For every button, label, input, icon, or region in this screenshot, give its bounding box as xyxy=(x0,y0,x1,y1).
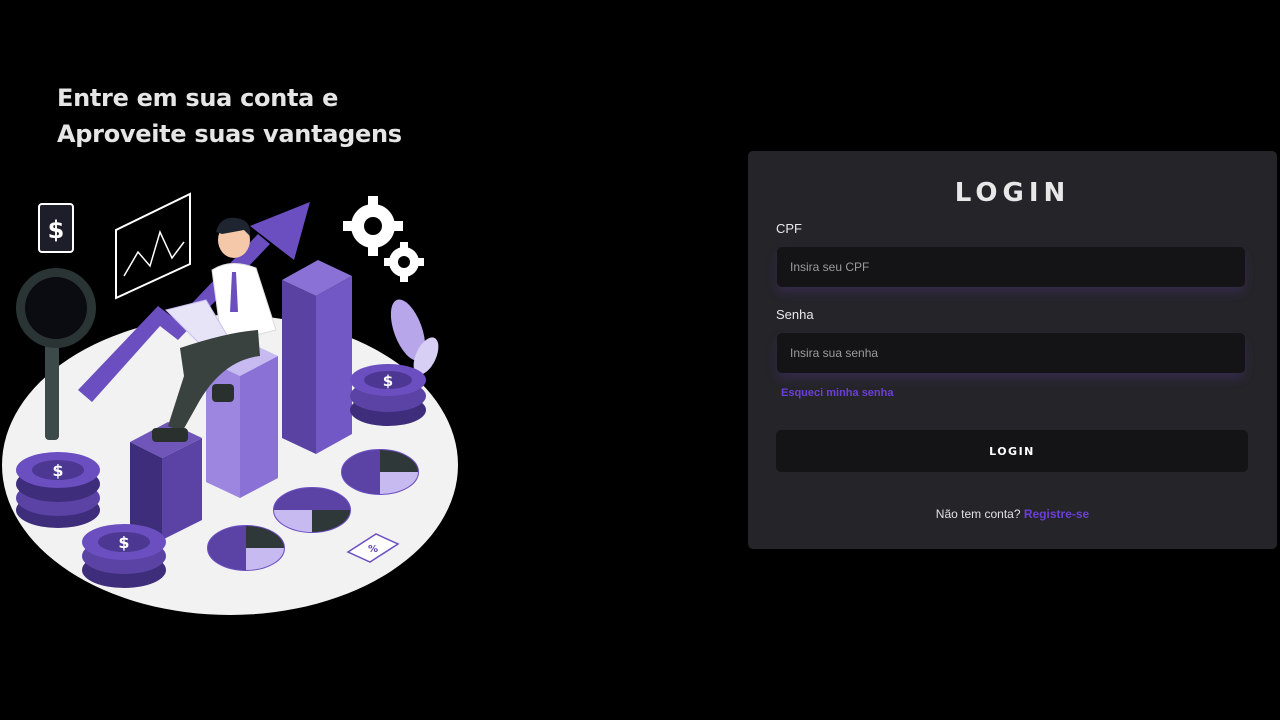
dollar-tag-icon: $ xyxy=(38,203,74,253)
pie-chart-icon xyxy=(273,487,351,533)
cpf-label: CPF xyxy=(776,221,802,236)
cpf-input[interactable]: Insira seu CPF xyxy=(777,247,1245,287)
svg-text:%: % xyxy=(368,544,378,555)
pie-chart-icon xyxy=(341,449,419,495)
login-card: LOGIN CPF Insira seu CPF Senha Insira su… xyxy=(748,151,1277,549)
password-input[interactable]: Insira sua senha xyxy=(777,333,1245,373)
password-label: Senha xyxy=(776,307,814,322)
svg-text:$: $ xyxy=(48,216,65,244)
no-account-text: Não tem conta? xyxy=(935,507,1021,521)
forgot-password-link[interactable]: Esqueci minha senha xyxy=(781,387,893,399)
login-title: LOGIN xyxy=(954,178,1071,208)
coin-stack-right: $ xyxy=(350,364,426,426)
svg-text:$: $ xyxy=(118,533,129,552)
login-page: Entre em sua conta e Aproveite suas vant… xyxy=(0,0,1280,720)
hero-line-2: Aproveite suas vantagens xyxy=(57,120,402,148)
coin-stack-left: $ xyxy=(16,452,100,528)
finance-growth-illustration: $ $ $ $ % xyxy=(2,192,458,615)
svg-text:$: $ xyxy=(383,372,393,390)
line-chart-frame xyxy=(115,192,191,300)
pie-chart-icon xyxy=(207,525,285,571)
svg-text:$: $ xyxy=(52,461,63,480)
hero-headline: Entre em sua conta e Aproveite suas vant… xyxy=(57,80,477,152)
register-prompt: Não tem conta? Registre-se xyxy=(748,507,1277,521)
gear-icon xyxy=(343,196,424,282)
hero-line-1: Entre em sua conta e xyxy=(57,84,339,112)
coin-stack-bottom: $ xyxy=(82,524,166,588)
login-button[interactable]: LOGIN xyxy=(776,430,1248,472)
register-link[interactable]: Registre-se xyxy=(1024,507,1089,521)
